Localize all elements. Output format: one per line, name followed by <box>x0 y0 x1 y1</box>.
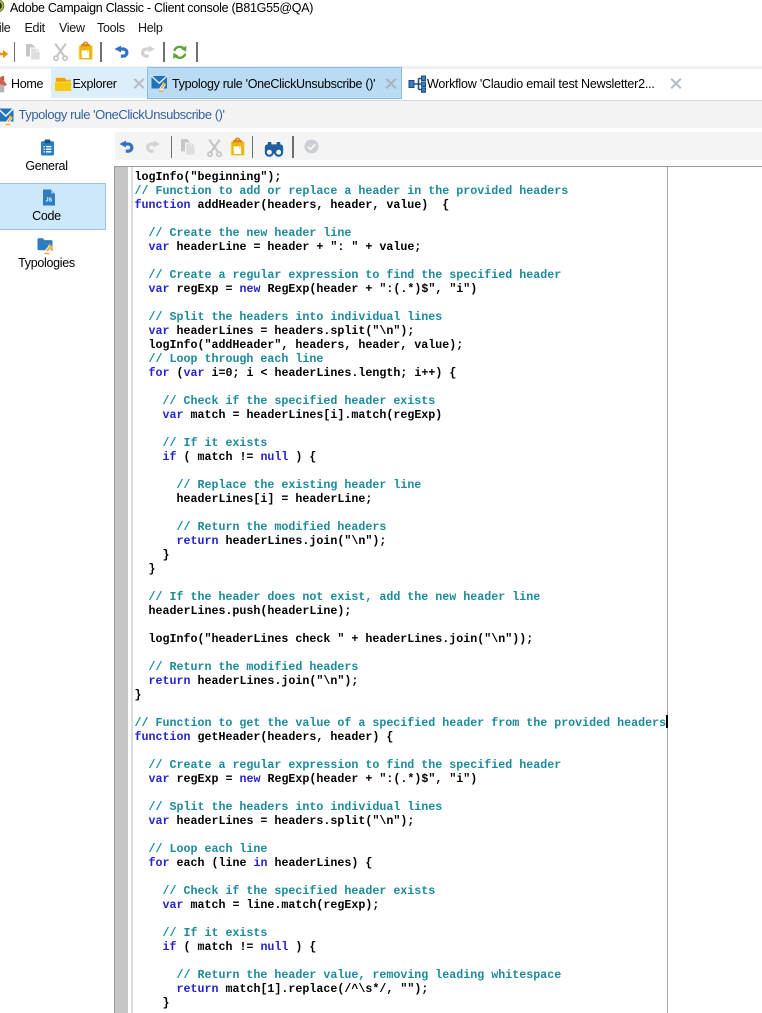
svg-text:JS: JS <box>45 198 52 204</box>
